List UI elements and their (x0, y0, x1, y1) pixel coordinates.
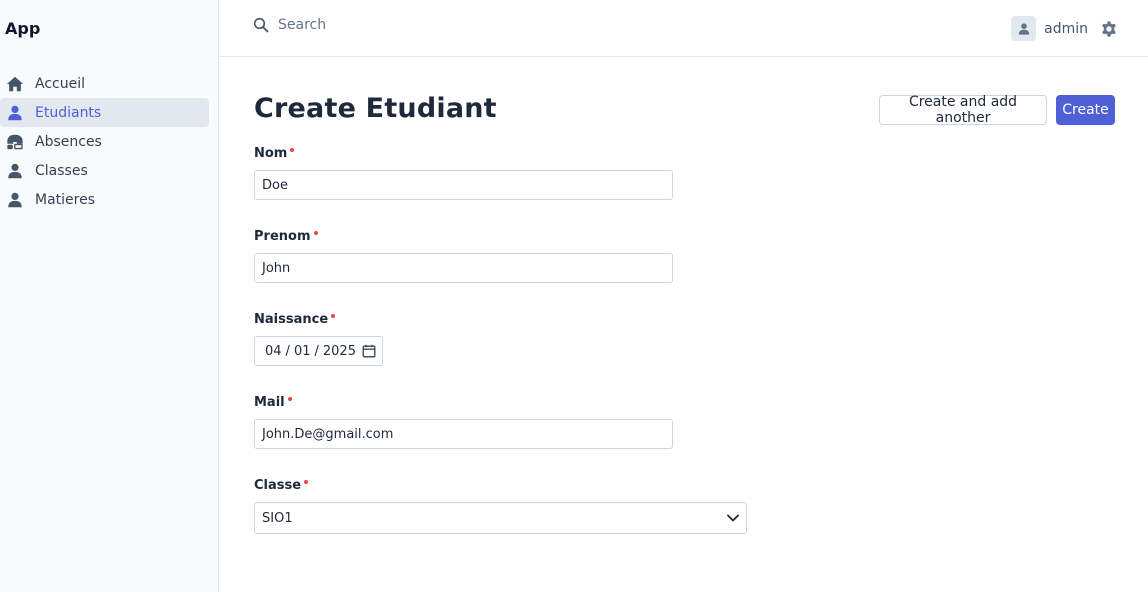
user-icon (1018, 22, 1029, 35)
create-button[interactable]: Create (1056, 95, 1115, 125)
user-icon (6, 104, 24, 122)
calendar-icon[interactable] (362, 344, 376, 358)
sidebar-item-absences[interactable]: Absences (0, 127, 209, 156)
gear-icon[interactable] (1100, 20, 1118, 38)
home-icon (6, 75, 24, 93)
prenom-label: Prenom (254, 229, 311, 244)
classe-label: Classe (254, 478, 302, 493)
user-icon (6, 191, 24, 209)
field-label: Mail (254, 395, 673, 410)
chevron-down-icon (727, 514, 739, 522)
search-bar[interactable] (253, 17, 518, 33)
username[interactable]: admin (1044, 21, 1088, 37)
sidebar: App Accueil Etudiants Absences Classes M… (0, 0, 219, 592)
date-separator: / (285, 343, 290, 359)
mail-input[interactable]: John.De@gmail.com (254, 419, 673, 449)
search-input[interactable] (278, 17, 518, 33)
classe-selected-value: SIO1 (262, 510, 293, 526)
date-day[interactable]: 04 (265, 344, 282, 359)
absence-icon (6, 133, 24, 151)
date-month[interactable]: 01 (294, 344, 311, 359)
sidebar-item-label: Etudiants (35, 104, 102, 121)
nom-input[interactable]: Doe (254, 170, 673, 200)
field-label: Classe (254, 478, 747, 493)
field-nom: Nom Doe (254, 146, 673, 200)
classe-select[interactable]: SIO1 (254, 502, 747, 534)
nom-label: Nom (254, 146, 288, 161)
sidebar-item-etudiants[interactable]: Etudiants (0, 98, 209, 127)
sidebar-item-label: Classes (35, 162, 88, 179)
prenom-input[interactable]: John (254, 253, 673, 283)
sidebar-item-accueil[interactable]: Accueil (0, 69, 209, 98)
required-marker (331, 314, 336, 318)
sidebar-item-matieres[interactable]: Matieres (0, 185, 209, 214)
field-mail: Mail John.De@gmail.com (254, 395, 673, 449)
field-label: Nom (254, 146, 673, 161)
naissance-date-input[interactable]: 04 / 01 / 2025 (254, 336, 383, 366)
sidebar-item-label: Matieres (35, 191, 96, 208)
date-year[interactable]: 2025 (323, 344, 356, 359)
required-marker (287, 397, 292, 401)
topbar: admin (219, 0, 1148, 57)
field-label: Naissance (254, 312, 383, 327)
required-marker (304, 480, 309, 484)
search-icon (253, 17, 269, 33)
user-icon (6, 162, 24, 180)
date-separator: / (314, 343, 319, 359)
required-marker (313, 231, 318, 235)
mail-label: Mail (254, 395, 285, 410)
naissance-label: Naissance (254, 312, 329, 327)
sidebar-item-classes[interactable]: Classes (0, 156, 209, 185)
sidebar-item-label: Accueil (35, 75, 85, 92)
field-prenom: Prenom John (254, 229, 673, 283)
avatar[interactable] (1011, 16, 1037, 41)
field-naissance: Naissance 04 / 01 / 2025 (254, 312, 383, 366)
user-menu[interactable]: admin (1011, 16, 1118, 41)
app-brand[interactable]: App (5, 19, 40, 38)
page-title: Create Etudiant (254, 93, 497, 124)
sidebar-item-label: Absences (35, 133, 102, 150)
field-label: Prenom (254, 229, 673, 244)
required-marker (290, 148, 295, 152)
field-classe: Classe SIO1 (254, 478, 747, 534)
create-and-add-another-button[interactable]: Create and add another (879, 94, 1047, 126)
